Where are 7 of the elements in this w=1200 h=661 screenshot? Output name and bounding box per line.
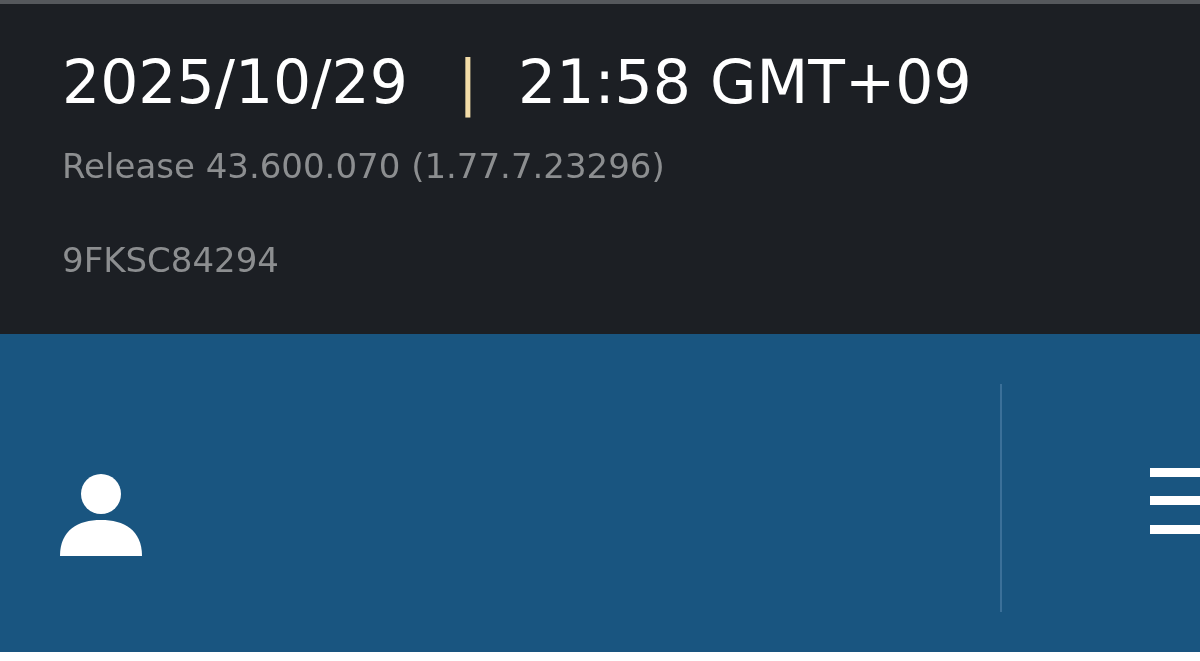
serial-text: 9FKSC84294 [62, 239, 280, 282]
separator-text: | [457, 46, 479, 120]
time-text: 21:58 GMT+09 [518, 46, 972, 119]
user-icon[interactable] [60, 474, 142, 556]
menu-icon[interactable] [1150, 468, 1200, 534]
date-text: 2025/10/29 [62, 46, 408, 119]
release-text: Release 43.600.070 (1.77.7.23296) [62, 145, 666, 188]
